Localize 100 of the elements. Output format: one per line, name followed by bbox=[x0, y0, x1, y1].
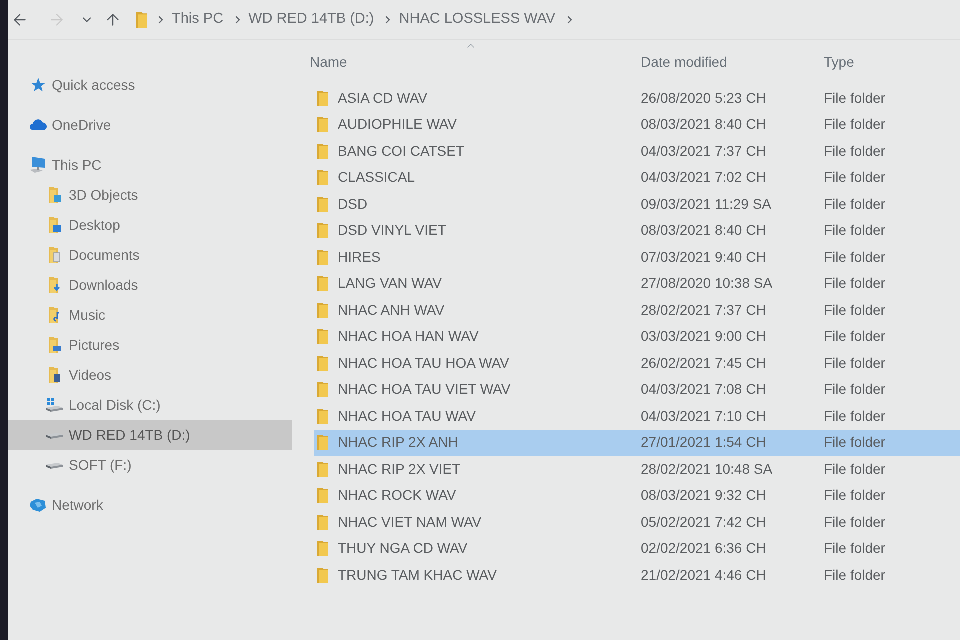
folder-icon bbox=[48, 337, 60, 353]
date-modified: 04/03/2021 7:02 CH bbox=[641, 168, 768, 188]
breadcrumb-item[interactable]: This PC bbox=[172, 8, 224, 30]
folder-name: DSD VINYL VIET bbox=[338, 221, 446, 240]
folder-name: NHAC RIP 2X ANH bbox=[338, 433, 458, 452]
folder-name: NHAC HOA TAU VIET WAV bbox=[338, 380, 511, 400]
computer-icon bbox=[30, 157, 47, 173]
date-modified: 03/03/2021 9:00 CH bbox=[641, 327, 768, 346]
breadcrumb-item[interactable]: NHAC LOSSLESS WAV bbox=[399, 8, 556, 30]
folder-name: NHAC HOA TAU HOA WAV bbox=[338, 354, 510, 373]
nav-pane-item[interactable]: Local Disk (C:) bbox=[8, 390, 292, 420]
nav-pane-item[interactable]: Network bbox=[8, 490, 292, 520]
folder-icon bbox=[317, 514, 328, 530]
date-modified: 28/02/2021 7:37 CH bbox=[641, 300, 768, 320]
nav-pane-item[interactable]: Downloads bbox=[8, 270, 292, 300]
folder-icon bbox=[317, 302, 328, 318]
item-type: File folder bbox=[824, 194, 886, 214]
date-modified: 27/01/2021 1:54 CH bbox=[641, 433, 768, 452]
folder-row[interactable]: NHAC ANH WAV 28/02/2021 7:37 CH File folder bbox=[314, 297, 960, 324]
folder-icon bbox=[136, 12, 147, 28]
folder-icon bbox=[317, 462, 328, 477]
folder-row[interactable]: BANG COI CATSET 04/03/2021 7:37 CH File folder bbox=[314, 138, 960, 164]
date-modified: 28/02/2021 10:48 SA bbox=[641, 460, 774, 479]
folder-row[interactable]: TRUNG TAM KHAC WAV 21/02/2021 4:46 CH File folder bbox=[314, 562, 960, 588]
folder-row[interactable]: NHAC RIP 2X ANH 27/01/2021 1:54 CH File folder bbox=[314, 430, 960, 456]
folder-row[interactable]: ASIA CD WAV 26/08/2020 5:23 CH File folder bbox=[314, 85, 960, 112]
folder-row[interactable]: CLASSICAL 04/03/2021 7:02 CH File folder bbox=[314, 164, 960, 191]
item-type: File folder bbox=[824, 221, 886, 240]
folder-icon bbox=[48, 247, 60, 263]
breadcrumb-item[interactable]: WD RED 14TB (D:) bbox=[248, 8, 374, 30]
folder-row[interactable]: DSD 09/03/2021 11:29 SA File folder bbox=[314, 191, 960, 218]
folder-row[interactable]: HIRES 07/03/2021 9:40 CH File folder bbox=[314, 244, 960, 270]
date-modified: 26/02/2021 7:45 CH bbox=[641, 354, 768, 373]
folder-icon bbox=[48, 307, 60, 323]
item-type: File folder bbox=[824, 566, 886, 585]
hard-drive-icon bbox=[46, 398, 63, 412]
folder-row[interactable]: DSD VINYL VIET 08/03/2021 8:40 CH File folder bbox=[314, 218, 960, 244]
column-header[interactable]: Type bbox=[824, 40, 960, 85]
folder-icon bbox=[48, 277, 60, 293]
folder-row[interactable]: NHAC VIET NAM WAV 05/02/2021 7:42 CH File folder bbox=[314, 509, 960, 536]
folder-icon bbox=[317, 541, 328, 556]
folder-row[interactable]: NHAC ROCK WAV 08/03/2021 9:32 CH File folder bbox=[314, 482, 960, 509]
folder-icon bbox=[317, 90, 328, 106]
folder-row[interactable]: NHAC HOA TAU VIET WAV 04/03/2021 7:08 CH File folder bbox=[314, 376, 960, 403]
nav-pane-item[interactable]: SOFT (F:) bbox=[8, 450, 292, 480]
date-modified: 08/03/2021 9:32 CH bbox=[641, 486, 768, 506]
nav-pane-item[interactable]: This PC bbox=[8, 150, 292, 180]
folder-name: BANG COI CATSET bbox=[338, 142, 465, 161]
item-type: File folder bbox=[824, 300, 886, 320]
cloud-icon bbox=[30, 119, 47, 131]
nav-pane-item[interactable]: Music bbox=[8, 300, 292, 330]
folder-row[interactable]: AUDIOPHILE WAV 08/03/2021 8:40 CH File folder bbox=[314, 112, 960, 138]
item-type: File folder bbox=[824, 327, 886, 346]
folder-icon bbox=[317, 276, 328, 292]
date-modified: 26/08/2020 5:23 CH bbox=[641, 88, 768, 108]
folder-name: NHAC ROCK WAV bbox=[338, 486, 456, 506]
item-type: File folder bbox=[824, 142, 886, 161]
folder-name: LANG VAN WAV bbox=[338, 274, 442, 294]
nav-pane-item[interactable]: Pictures bbox=[8, 330, 292, 360]
nav-pane-item[interactable]: WD RED 14TB (D:) bbox=[8, 420, 292, 450]
date-modified: 08/03/2021 8:40 CH bbox=[641, 221, 768, 240]
folder-icon bbox=[317, 170, 328, 186]
folder-row[interactable]: NHAC HOA HAN WAV 03/03/2021 9:00 CH File folder bbox=[314, 324, 960, 350]
folder-icon bbox=[48, 217, 60, 233]
nav-pane-item[interactable]: Desktop bbox=[8, 210, 292, 240]
folder-name: HIRES bbox=[338, 248, 381, 267]
date-modified: 09/03/2021 11:29 SA bbox=[641, 194, 773, 214]
folder-icon bbox=[317, 223, 328, 238]
folder-row[interactable]: LANG VAN WAV 27/08/2020 10:38 SA File folder bbox=[314, 270, 960, 297]
folder-icon bbox=[48, 187, 60, 203]
item-type: File folder bbox=[824, 512, 886, 532]
folder-row[interactable]: NHAC HOA TAU HOA WAV 26/02/2021 7:45 CH File folder bbox=[314, 350, 960, 376]
folder-name: NHAC VIET NAM WAV bbox=[338, 512, 482, 532]
column-header[interactable]: Name bbox=[300, 40, 641, 85]
nav-pane-item[interactable]: Documents bbox=[8, 240, 292, 270]
item-type: File folder bbox=[824, 274, 886, 294]
folder-icon bbox=[317, 435, 328, 450]
nav-pane-item[interactable]: Quick access bbox=[8, 70, 292, 100]
folder-name: DSD bbox=[338, 194, 368, 214]
item-type: File folder bbox=[824, 406, 886, 426]
item-type: File folder bbox=[824, 88, 886, 108]
nav-pane-item[interactable]: OneDrive bbox=[8, 110, 292, 140]
nav-pane-item[interactable]: 3D Objects bbox=[8, 180, 292, 210]
folder-icon bbox=[317, 408, 328, 424]
folder-name: THUY NGA CD WAV bbox=[338, 539, 468, 558]
folder-row[interactable]: NHAC HOA TAU WAV 04/03/2021 7:10 CH File folder bbox=[314, 403, 960, 430]
nav-pane-item[interactable]: Videos bbox=[8, 360, 292, 390]
network-icon bbox=[30, 498, 47, 512]
date-modified: 21/02/2021 4:46 CH bbox=[641, 566, 768, 585]
folder-icon bbox=[317, 144, 328, 159]
folder-icon bbox=[317, 250, 328, 265]
folder-row[interactable]: THUY NGA CD WAV 02/02/2021 6:36 CH File folder bbox=[314, 536, 960, 562]
folder-icon bbox=[317, 488, 328, 504]
date-modified: 04/03/2021 7:10 CH bbox=[641, 406, 768, 426]
date-modified: 04/03/2021 7:08 CH bbox=[641, 380, 768, 400]
column-header[interactable]: Date modified bbox=[641, 40, 824, 85]
item-type: File folder bbox=[824, 433, 886, 452]
folder-row[interactable]: NHAC RIP 2X VIET 28/02/2021 10:48 SA File folder bbox=[314, 456, 960, 482]
date-modified: 27/08/2020 10:38 SA bbox=[641, 274, 774, 294]
item-type: File folder bbox=[824, 380, 886, 400]
